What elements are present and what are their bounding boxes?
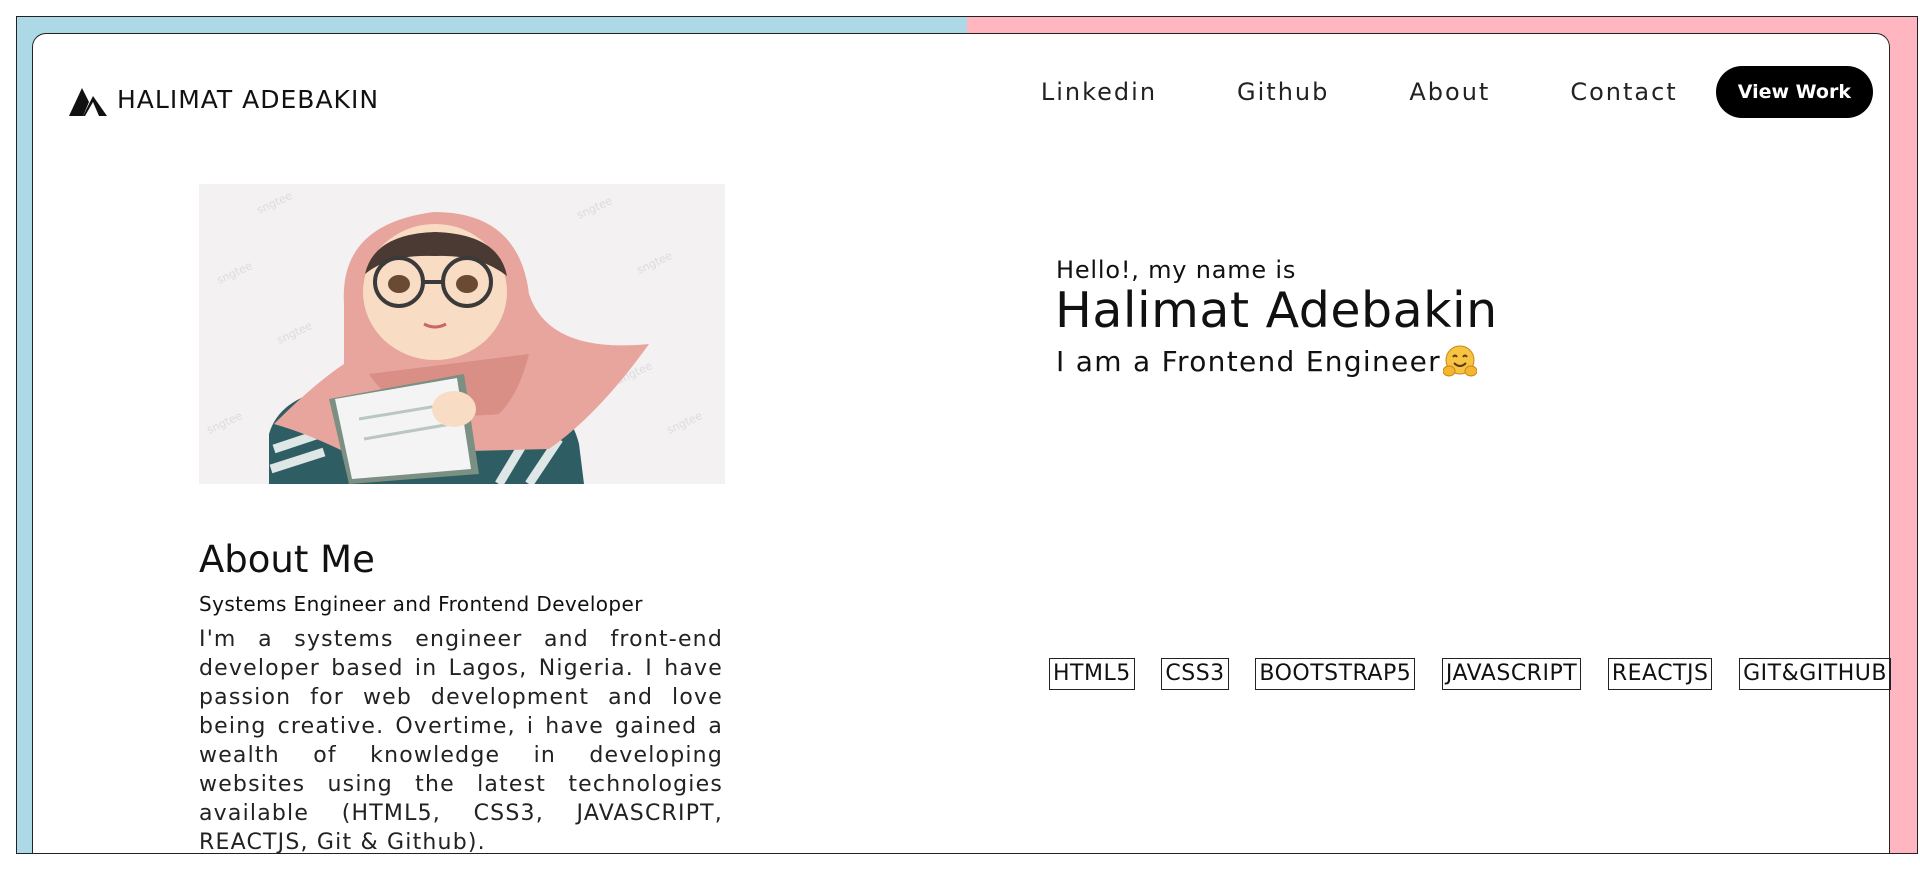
skill-tag: CSS3 <box>1161 658 1229 690</box>
main-nav: Linkedin Github About Contact View Work <box>1041 66 1873 118</box>
skill-tag: GIT&GITHUB <box>1739 658 1891 690</box>
skill-tag: HTML5 <box>1049 658 1135 690</box>
nav-link-about[interactable]: About <box>1409 78 1490 106</box>
nav-link-contact[interactable]: Contact <box>1570 78 1677 106</box>
hero-name: Halimat Adebakin <box>1055 282 1498 339</box>
view-work-button[interactable]: View Work <box>1715 66 1873 118</box>
skill-tag: REACTJS <box>1607 658 1713 690</box>
logo-text: HALIMAT ADEBAKIN <box>117 84 380 114</box>
about-subtitle: Systems Engineer and Frontend Developer <box>199 592 643 616</box>
skill-tag: BOOTSTRAP5 <box>1255 658 1416 690</box>
skill-tag: JAVASCRIPT <box>1441 658 1582 690</box>
hijab-girl-illustration: sngtee sngtee sngtee sngtee sngtee sngte… <box>199 184 725 484</box>
skills-list: HTML5 CSS3 BOOTSTRAP5 JAVASCRIPT REACTJS… <box>1049 658 1891 690</box>
hero-role-text: I am a Frontend Engineer <box>1056 344 1441 378</box>
hugging-face-icon <box>1442 345 1477 377</box>
nav-link-linkedin[interactable]: Linkedin <box>1041 78 1157 106</box>
mountain-logo-icon <box>69 88 107 116</box>
avatar-illustration: sngtee sngtee sngtee sngtee sngtee sngte… <box>199 184 725 484</box>
nav-link-github[interactable]: Github <box>1237 78 1329 106</box>
content-card: HALIMAT ADEBAKIN Linkedin Github About C… <box>32 33 1891 854</box>
about-title: About Me <box>199 538 375 581</box>
hero-role: I am a Frontend Engineer <box>1056 344 1477 378</box>
page-frame: HALIMAT ADEBAKIN Linkedin Github About C… <box>16 16 1918 854</box>
site-logo[interactable]: HALIMAT ADEBAKIN <box>69 82 379 116</box>
about-text: I'm a systems engineer and front-end dev… <box>199 627 723 854</box>
hero-greeting: Hello!, my name is <box>1056 256 1297 284</box>
